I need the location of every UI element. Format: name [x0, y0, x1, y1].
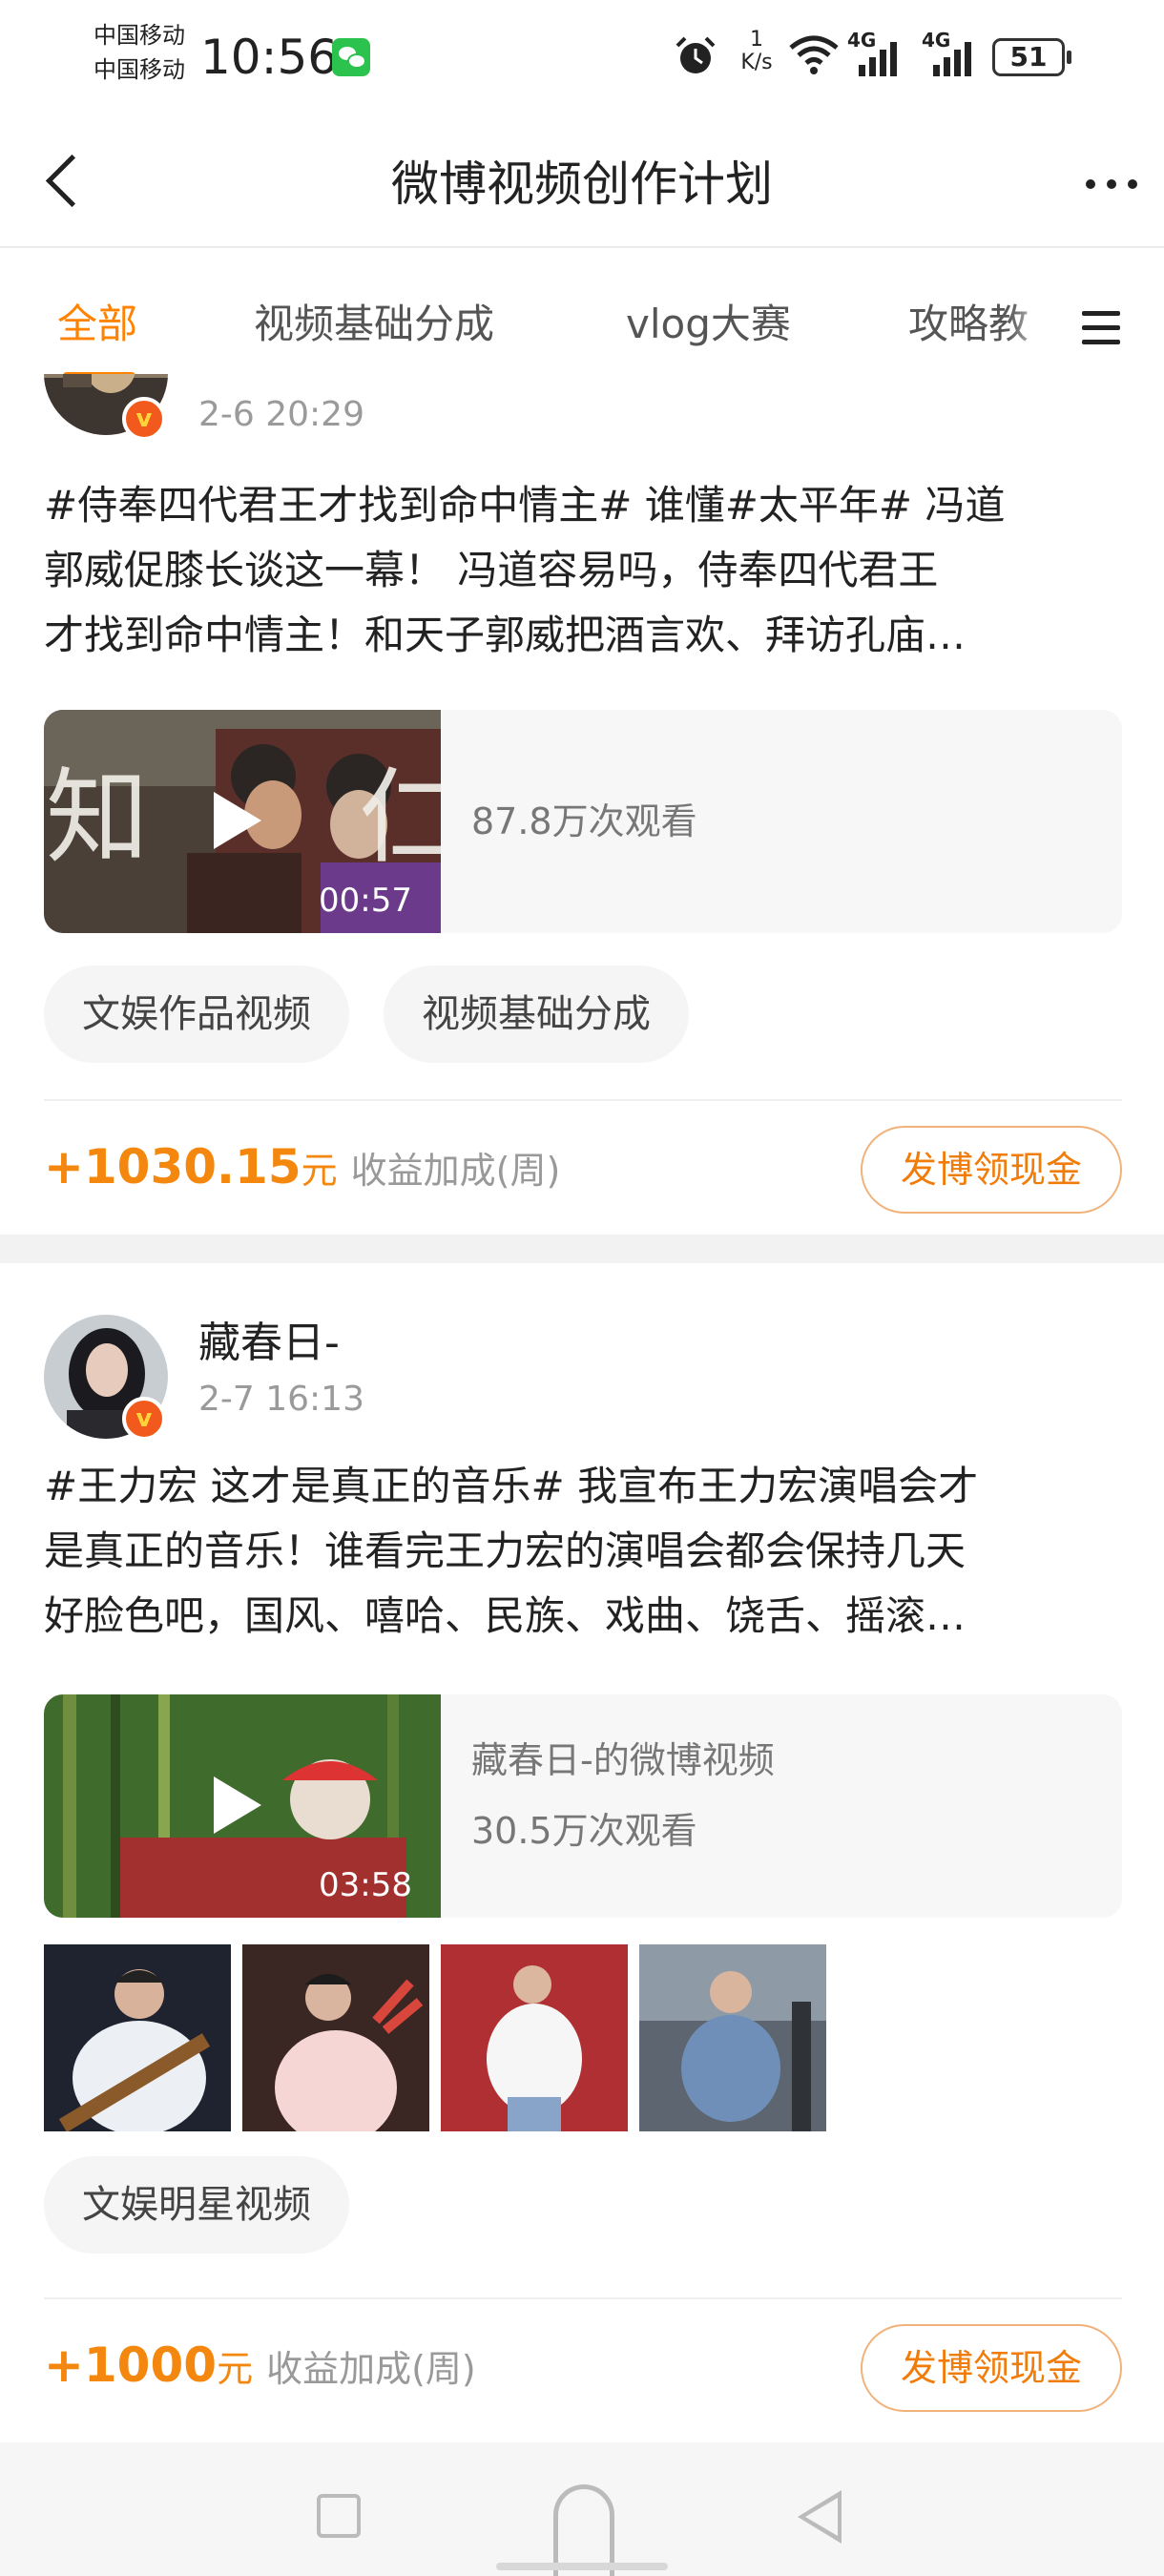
divider [44, 1099, 1122, 1101]
video-card[interactable]: 知 仁 00:57 87.8万次观看 [44, 710, 1122, 933]
wechat-icon [332, 38, 370, 76]
topic-tag[interactable]: 文娱作品视频 [44, 966, 349, 1063]
tab-all[interactable]: 全部 [57, 298, 137, 351]
net-speed: 1 K/s [740, 28, 773, 74]
post-photo[interactable] [44, 1944, 231, 2131]
video-card[interactable]: 03:58 藏春日-的微博视频 30.5万次观看 [44, 1694, 1122, 1918]
reward-desc: 收益加成(周) [266, 2348, 476, 2390]
system-navigation-bar [0, 2442, 1164, 2576]
view-count: 30.5万次观看 [471, 1810, 697, 1852]
post-text-line: #侍奉四代君王才找到命中情主# 谁懂#太平年# 冯道 [44, 482, 1006, 529]
reward-desc: 收益加成(周) [350, 1150, 561, 1192]
post-for-cash-button[interactable]: 发博领现金 [861, 1126, 1122, 1214]
reward-amount: +1000 [44, 2337, 218, 2393]
top-nav-bar: 微博视频创作计划 [0, 114, 1164, 248]
verified-badge-icon: v [122, 397, 166, 441]
post-photo[interactable] [639, 1944, 826, 2131]
tab-guide[interactable]: 攻略教 [908, 298, 1029, 351]
reward-amount: +1030.15 [44, 1139, 301, 1195]
post-text-line: 郭威促膝长谈这一幕！ 冯道容易吗，侍奉四代君王 [44, 547, 939, 593]
reward-info: +1030.15元 收益加成(周) [44, 1139, 560, 1195]
tab-video-basic-share[interactable]: 视频基础分成 [254, 298, 494, 351]
tab-menu-button[interactable] [1044, 294, 1164, 361]
post-card[interactable]: v 2-6 20:29 #侍奉四代君王才找到命中情主# 谁懂#太平年# 冯道 郭… [0, 374, 1164, 1233]
topic-tag[interactable]: 视频基础分成 [384, 966, 689, 1063]
clock: 10:56 [200, 30, 339, 85]
reward-info: +1000元 收益加成(周) [44, 2337, 476, 2393]
post-photo[interactable] [242, 1944, 429, 2131]
post-card[interactable]: v 藏春日- 2-7 16:13 #王力宏 这才是真正的音乐# 我宣布王力宏演唱… [0, 1263, 1164, 2442]
view-count: 87.8万次观看 [471, 800, 697, 842]
category-tabs: 全部 视频基础分成 vlog大赛 攻略教 [0, 250, 1164, 380]
play-icon [214, 792, 261, 849]
topic-tag[interactable]: 文娱明星视频 [44, 2156, 349, 2254]
post-text-line: #王力宏 这才是真正的音乐# 我宣布王力宏演唱会才 [44, 1463, 979, 1509]
play-icon [214, 1776, 261, 1834]
post-text-line: 才找到命中情主！和天子郭威把酒言欢、拜访孔庙… [44, 612, 967, 658]
post-feed[interactable]: v 2-6 20:29 #侍奉四代君王才找到命中情主# 谁懂#太平年# 冯道 郭… [0, 374, 1164, 2442]
divider [44, 2297, 1122, 2299]
post-text-line: 是真正的音乐！谁看完王力宏的演唱会都会保持几天 [44, 1527, 967, 1574]
post-time: 2-7 16:13 [198, 1380, 364, 1419]
signal-icon [859, 42, 897, 76]
post-text[interactable]: #王力宏 这才是真正的音乐# 我宣布王力宏演唱会才 是真正的音乐！谁看完王力宏的… [44, 1454, 1122, 1649]
reward-unit: 元 [217, 2348, 254, 2390]
video-title: 藏春日-的微博视频 [471, 1739, 775, 1781]
verified-badge-icon: v [122, 1397, 166, 1441]
more-dots-icon [1086, 179, 1095, 189]
signal-icon [933, 42, 971, 76]
battery-icon: 51 [992, 38, 1071, 76]
thumbnail-overlay-text: 知 [46, 758, 150, 878]
alarm-icon [676, 36, 716, 73]
reward-unit: 元 [301, 1150, 338, 1192]
video-thumbnail[interactable]: 03:58 [44, 1694, 441, 1918]
thumbnail-overlay-text: 仁 [359, 758, 441, 878]
recent-apps-button[interactable] [317, 2494, 361, 2538]
video-duration: 03:58 [319, 1866, 412, 1904]
tab-vlog-contest[interactable]: vlog大赛 [626, 298, 791, 351]
system-back-button[interactable] [798, 2490, 842, 2544]
post-text-line: 好脸色吧，国风、嘻哈、民族、戏曲、饶舌、摇滚… [44, 1592, 967, 1639]
home-indicator [496, 2563, 668, 2570]
username[interactable]: 藏春日- [198, 1317, 340, 1370]
page-title: 微博视频创作计划 [391, 156, 773, 212]
video-duration: 00:57 [319, 882, 412, 920]
video-thumbnail[interactable]: 知 仁 00:57 [44, 710, 441, 933]
status-bar: 中国移动 中国移动 10:56 1 K/s 4G 4G 51 [0, 0, 1164, 114]
carrier-label: 中国移动 [94, 22, 185, 49]
carrier-label: 中国移动 [94, 56, 185, 83]
menu-icon [1082, 311, 1120, 316]
wifi-icon [789, 35, 839, 74]
more-options-button[interactable] [1078, 172, 1145, 200]
post-text[interactable]: #侍奉四代君王才找到命中情主# 谁懂#太平年# 冯道 郭威促膝长谈这一幕！ 冯道… [44, 473, 1122, 668]
post-for-cash-button[interactable]: 发博领现金 [861, 2324, 1122, 2412]
section-separator [0, 1235, 1164, 1263]
post-time: 2-6 20:29 [198, 395, 364, 434]
post-photo[interactable] [441, 1944, 628, 2131]
